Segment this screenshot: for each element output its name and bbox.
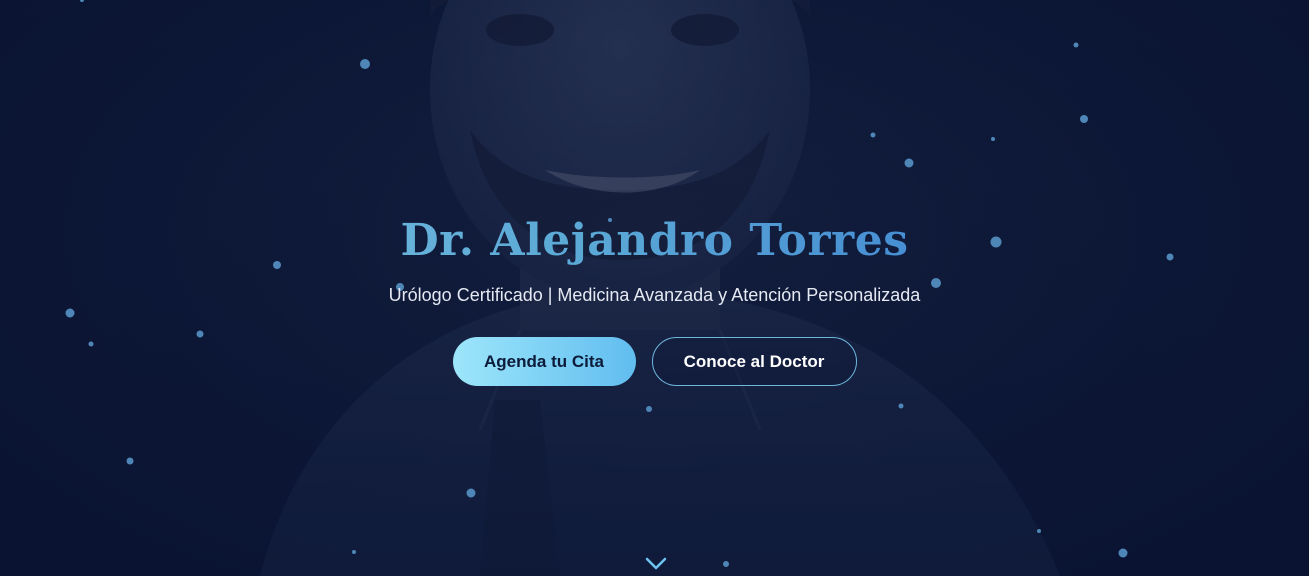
chevron-down-icon[interactable] <box>644 556 668 572</box>
book-appointment-button[interactable]: Agenda tu Cita <box>452 337 636 386</box>
specialty-subtitle: Urólogo Certificado | Medicina Avanzada … <box>388 285 921 305</box>
hero-section: Dr. Alejandro Torres Urólogo Certificado… <box>0 0 1309 576</box>
hero-content: Dr. Alejandro Torres Urólogo Certificado… <box>0 212 1309 386</box>
cta-buttons: Agenda tu Cita Conoce al Doctor <box>0 337 1309 386</box>
doctor-name-title: Dr. Alejandro Torres <box>0 212 1309 270</box>
meet-doctor-button[interactable]: Conoce al Doctor <box>651 337 857 386</box>
